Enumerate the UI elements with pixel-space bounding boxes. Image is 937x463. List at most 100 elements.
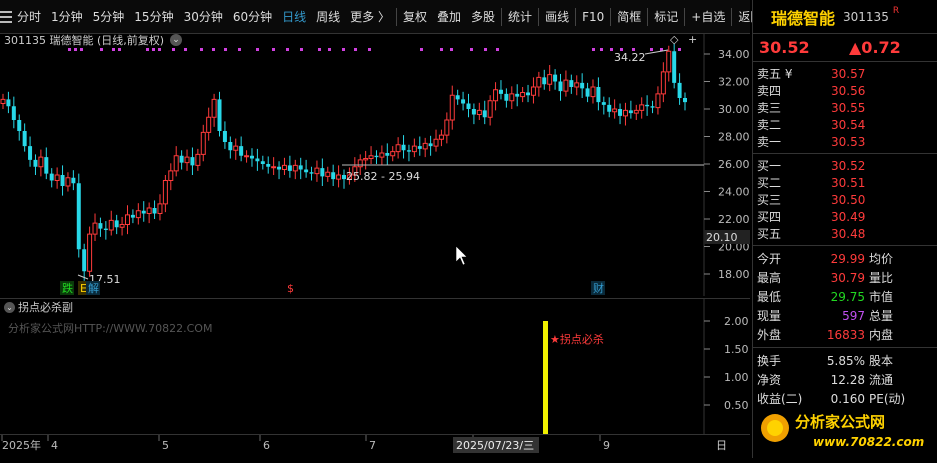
event-marker[interactable]: 跌 — [62, 281, 73, 295]
toolbar-item[interactable]: +自选 — [686, 0, 730, 34]
candle-body — [292, 164, 298, 172]
candle-body — [509, 93, 515, 102]
candle-body — [368, 155, 374, 159]
order-book-row[interactable]: 买四 30.49 — [753, 208, 937, 225]
order-level-label: 买一 — [757, 159, 782, 173]
order-price: 30.55 — [831, 100, 866, 115]
stat-label: 最高 — [757, 271, 782, 285]
candle-body — [87, 233, 93, 272]
stock-name: 瑞德智能 — [771, 8, 836, 28]
candle-body — [336, 174, 342, 180]
candle-body — [655, 93, 661, 109]
order-level-label: 卖一 — [757, 135, 782, 149]
candle-body — [563, 79, 569, 92]
signal-dot — [368, 48, 371, 51]
candle-body — [520, 92, 526, 98]
candle-body — [650, 106, 655, 108]
signal-dot — [354, 48, 357, 51]
menu-icon[interactable] — [0, 0, 12, 34]
chart-title: 301135 瑞德智能 (日线,前复权) ⌄ — [4, 32, 183, 48]
y-tick-label: 1.50 — [724, 343, 749, 356]
candle-body — [639, 104, 645, 111]
toolbar-item[interactable]: 更多 〉 — [345, 0, 395, 34]
order-book-row[interactable]: 卖五 ¥ 30.57 — [753, 65, 937, 82]
candle-body — [211, 98, 217, 118]
order-book-row[interactable]: 卖一 30.53 — [753, 133, 937, 150]
candle-body — [141, 210, 146, 214]
toolbar-item[interactable]: 1分钟 — [46, 0, 88, 34]
candle-body — [547, 74, 553, 85]
toolbar-item[interactable]: 多股 — [466, 0, 500, 34]
signal-dot — [74, 48, 77, 51]
x-tick-label: 9 — [603, 439, 610, 452]
order-book-row[interactable]: 卖三 30.55 — [753, 99, 937, 116]
toolbar-separator — [575, 7, 577, 26]
toolbar-item[interactable]: 60分钟 — [228, 0, 277, 34]
candle-body — [60, 175, 65, 186]
ask-book: 卖五 ¥ 30.57 卖四 30.56 卖三 30.55 卖二 30.54 卖一 30.53 — [753, 62, 937, 154]
toolbar-item[interactable]: 分时 — [12, 0, 46, 34]
add-icon[interactable]: + — [688, 33, 697, 46]
candle-body — [374, 155, 379, 158]
candle-body — [320, 168, 325, 177]
toolbar-item[interactable]: 标记 — [649, 0, 683, 34]
y-tick-label: 1.00 — [724, 371, 749, 384]
signal-dot — [470, 48, 473, 51]
indicator-canvas[interactable]: 2.00 1.50 1.00 0.50 ★拐点必杀 分析家公式网HTTP://WWW.… — [0, 299, 750, 435]
y-tick-label: 2.00 — [724, 315, 749, 328]
r-badge: R — [892, 6, 900, 16]
stats-block: 今开 29.99 均价 最高 30.79 量比 最低 29.75 市值 现量 597 总量 外盘 1683… — [753, 246, 937, 348]
indicator-chart[interactable]: 2.00 1.50 1.00 0.50 ★拐点必杀 分析家公式网HTTP://WWW.… — [0, 298, 750, 435]
price-axis: 34.0032.0030.0028.0026.0024.0022.0020.00… — [704, 48, 750, 281]
candle-body — [82, 249, 87, 272]
watermark: 分析家公式网HTTP://WWW.70822.COM — [8, 321, 212, 335]
low-pointer — [77, 274, 89, 280]
order-book-row[interactable]: 买五 30.48 — [753, 225, 937, 242]
order-level-label: 卖二 — [757, 118, 782, 132]
event-marker[interactable]: 解 — [88, 281, 99, 295]
event-marker[interactable]: E — [80, 282, 87, 295]
candle-body — [379, 152, 385, 158]
order-book-row[interactable]: 买二 30.51 — [753, 174, 937, 191]
candle-body — [217, 99, 222, 131]
toolbar-item[interactable]: 叠加 — [432, 0, 466, 34]
candle-body — [357, 159, 363, 168]
toolbar-item[interactable]: 日线 — [277, 0, 311, 34]
signal-dots — [68, 48, 681, 51]
dollar-marker[interactable]: $ — [287, 282, 294, 295]
toolbar-item[interactable]: 简框 — [612, 0, 646, 34]
diamond-icon[interactable]: ◇ — [670, 33, 679, 46]
signal-dot — [112, 48, 115, 51]
toolbar-item[interactable]: 15分钟 — [129, 0, 178, 34]
candle-body — [607, 104, 612, 112]
toolbar-item[interactable]: 画线 — [540, 0, 574, 34]
main-kline-chart[interactable]: 34.00 32.00 30.00 28.00 26.00 24.00 22.00 20.00… — [0, 32, 750, 296]
candle-body — [271, 166, 277, 169]
toolbar-item[interactable]: 周线 — [311, 0, 345, 34]
candle-body — [461, 99, 466, 104]
candle-body — [17, 120, 22, 131]
indicator-title-text: 拐点必杀副 — [18, 301, 73, 314]
order-book-row[interactable]: 买一 30.52 — [753, 157, 937, 174]
order-book-row[interactable]: 买三 30.50 — [753, 191, 937, 208]
stat-value: 29.75 — [830, 289, 865, 304]
candle-body — [612, 108, 618, 113]
candle-body — [536, 76, 542, 88]
toolbar-item[interactable]: 30分钟 — [179, 0, 228, 34]
toolbar-item[interactable]: 复权 — [398, 0, 432, 34]
event-marker[interactable]: 财 — [593, 281, 604, 295]
chevron-down-icon[interactable]: ⌄ — [170, 34, 183, 46]
toolbar-item[interactable]: F10 — [577, 0, 609, 34]
chevron-down-icon[interactable]: ⌄ — [4, 301, 15, 313]
toolbar-item[interactable]: 统计 — [503, 0, 537, 34]
candle-body — [92, 222, 98, 235]
toolbar-item[interactable]: 5分钟 — [88, 0, 130, 34]
order-book-row[interactable]: 卖四 30.56 — [753, 82, 937, 99]
toolbar-separator — [610, 7, 612, 26]
toolbar-separator — [538, 7, 540, 26]
order-price: 30.49 — [831, 209, 866, 224]
kline-canvas[interactable]: 34.0032.0030.0028.0026.0024.0022.0020.00… — [0, 33, 750, 296]
order-book-row[interactable]: 卖二 30.54 — [753, 116, 937, 133]
candle-body — [569, 80, 574, 87]
candle-body — [553, 74, 558, 82]
